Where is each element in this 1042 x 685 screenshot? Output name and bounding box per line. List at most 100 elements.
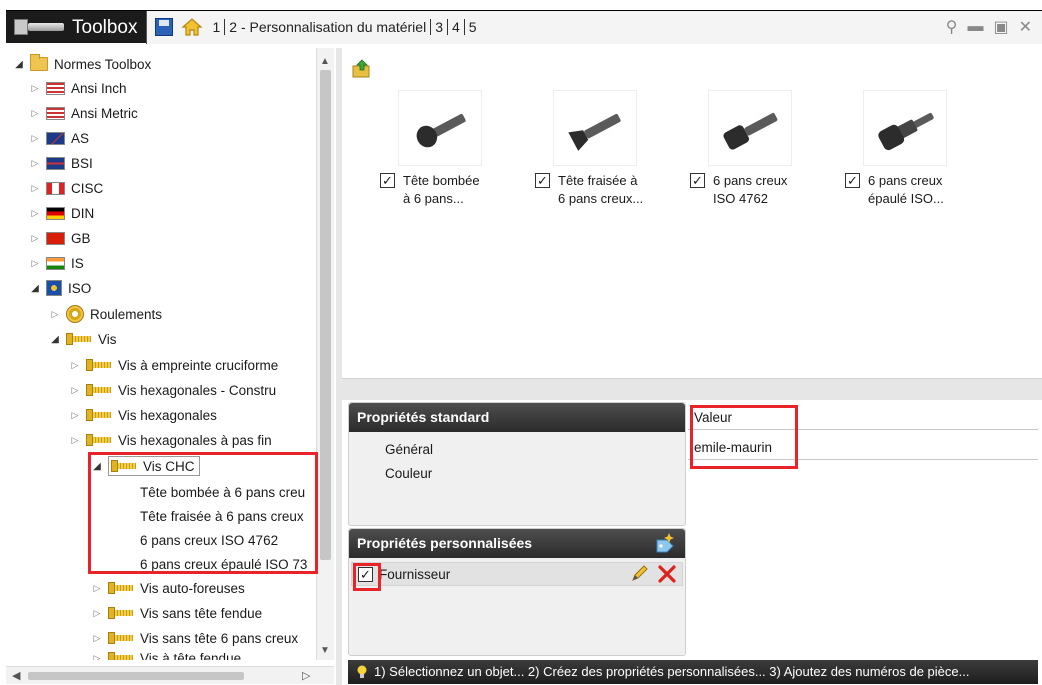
tree-node-standard[interactable]: ▷ Ansi Inch: [30, 76, 127, 100]
restore-icon[interactable]: ▣: [993, 17, 1008, 37]
part-card[interactable]: ✓ Tête fraisée à6 pans creux...: [497, 90, 647, 208]
tree-node-standard[interactable]: ▷ DIN: [30, 201, 95, 225]
tree-node-standard[interactable]: ▷ AS: [30, 126, 89, 150]
folder-up-icon[interactable]: [352, 58, 372, 78]
part-checkbox[interactable]: ✓: [845, 173, 860, 188]
expand-arrow-icon[interactable]: ▷: [30, 258, 40, 269]
step-4-link[interactable]: 4: [448, 19, 465, 35]
delete-icon[interactable]: [658, 565, 676, 583]
edit-pencil-icon[interactable]: [630, 565, 650, 583]
step-5-link[interactable]: 5: [465, 19, 481, 35]
standards-tree[interactable]: ◢ Normes Toolbox ▷ Ansi Inch ▷ Ansi Metr…: [6, 48, 316, 660]
value-column-header: Valeur: [688, 406, 1038, 430]
value-cell[interactable]: emile-maurin: [688, 436, 1038, 460]
tree-node-roulements[interactable]: ▷ Roulements: [50, 302, 162, 326]
expand-arrow-icon[interactable]: ▷: [92, 608, 102, 619]
part-card[interactable]: ✓ Tête bombée à 6 pans...: [342, 90, 492, 208]
tree-node-standard[interactable]: ▷ GB: [30, 226, 91, 250]
expand-arrow-icon[interactable]: ▷: [70, 385, 80, 396]
collapse-arrow-icon[interactable]: ◢: [14, 59, 24, 70]
collapse-arrow-icon[interactable]: ◢: [50, 334, 60, 345]
tree-node-vis-type[interactable]: ▷ Vis sans tête fendue: [92, 601, 263, 625]
step-1-link[interactable]: 1: [209, 19, 226, 35]
property-general[interactable]: Général: [349, 438, 685, 462]
tree-node-root[interactable]: ◢ Normes Toolbox: [14, 52, 151, 76]
tree-node-vis-chc[interactable]: ◢ Vis CHC: [92, 454, 200, 478]
part-checkbox[interactable]: ✓: [535, 173, 550, 188]
tree-leaf-part[interactable]: 6 pans creux ISO 4762: [140, 528, 278, 552]
scroll-left-arrow-icon[interactable]: ◀: [12, 669, 20, 682]
expand-arrow-icon[interactable]: ▷: [30, 158, 40, 169]
tree-node-vis-type[interactable]: ▷ Vis hexagonales - Constru: [70, 378, 277, 402]
scroll-down-arrow-icon[interactable]: ▼: [320, 645, 330, 656]
tree-node-vis-type[interactable]: ▷ Vis à empreinte cruciforme: [70, 353, 279, 377]
expand-arrow-icon[interactable]: ▷: [92, 583, 102, 594]
part-card[interactable]: ✓ 6 pans creux ISO 4762: [652, 90, 802, 208]
step-3-link[interactable]: 3: [431, 19, 448, 35]
tree-node-vis-type[interactable]: ▷ Vis hexagonales à pas fin: [70, 428, 272, 452]
scroll-thumb[interactable]: [28, 672, 244, 680]
expand-arrow-icon[interactable]: ▷: [30, 133, 40, 144]
part-checkbox[interactable]: ✓: [690, 173, 705, 188]
screw-folder-icon: [108, 580, 134, 596]
add-property-icon[interactable]: [653, 532, 677, 554]
title-bar: Toolbox 1 2 - Personnalisation du matéri…: [6, 10, 1042, 44]
tree-node-standard[interactable]: ▷ BSI: [30, 151, 93, 175]
close-icon[interactable]: ✕: [1019, 17, 1032, 37]
custom-property-checkbox[interactable]: ✓: [358, 566, 373, 582]
expand-arrow-icon[interactable]: ▷: [30, 183, 40, 194]
scroll-thumb[interactable]: [320, 70, 331, 560]
tree-node-vis-type[interactable]: ▷ Vis auto-foreuses: [92, 576, 245, 600]
panel-splitter-horizontal[interactable]: [342, 378, 1042, 400]
help-icon[interactable]: ⚲: [946, 17, 958, 37]
save-icon[interactable]: [154, 18, 173, 36]
standard-properties-header: Propriétés standard: [349, 403, 685, 432]
custom-property-row[interactable]: ✓ Fournisseur: [351, 562, 683, 586]
expand-arrow-icon[interactable]: ▷: [70, 435, 80, 446]
uk-flag-icon: [46, 156, 65, 170]
scroll-right-arrow-icon[interactable]: ▷: [302, 669, 310, 682]
screw-thumbnail: [863, 90, 947, 166]
expand-arrow-icon[interactable]: ▷: [92, 653, 102, 661]
expand-arrow-icon[interactable]: ▷: [30, 233, 40, 244]
minimize-icon[interactable]: ▬: [967, 18, 983, 36]
tree-node-standard[interactable]: ▷ CISC: [30, 176, 104, 200]
expand-arrow-icon[interactable]: ▷: [30, 208, 40, 219]
tree-leaf-part[interactable]: Tête fraisée à 6 pans creux: [140, 504, 304, 528]
expand-arrow-icon[interactable]: ▷: [70, 410, 80, 421]
expand-arrow-icon[interactable]: ▷: [30, 83, 40, 94]
custom-properties-header: Propriétés personnalisées: [349, 529, 685, 558]
expand-arrow-icon[interactable]: ▷: [92, 633, 102, 644]
tree-node-vis-type[interactable]: ▷ Vis hexagonales: [70, 403, 217, 427]
expand-arrow-icon[interactable]: ▷: [50, 309, 60, 320]
collapse-arrow-icon[interactable]: ◢: [30, 283, 40, 294]
part-card[interactable]: ✓ 6 pans creux épaulé ISO...: [807, 90, 957, 208]
screw-folder-icon: [86, 382, 112, 398]
step-2-link[interactable]: 2 - Personnalisation du matériel: [225, 19, 432, 35]
tree-node-vis[interactable]: ◢ Vis: [50, 327, 116, 351]
property-color[interactable]: Couleur: [349, 462, 685, 486]
tree-vertical-scrollbar[interactable]: ▲ ▼: [316, 48, 334, 660]
tree-node-standard[interactable]: ▷ Ansi Metric: [30, 101, 138, 125]
folder-icon: [30, 54, 48, 71]
screw-folder-icon: [86, 407, 112, 423]
collapse-arrow-icon[interactable]: ◢: [92, 461, 102, 472]
bearing-icon: [66, 305, 84, 323]
home-icon[interactable]: [180, 16, 203, 38]
tree-node-vis-type[interactable]: ▷ Vis à tête fendue: [92, 646, 241, 660]
custom-property-label: Fournisseur: [379, 566, 451, 582]
expand-arrow-icon[interactable]: ▷: [70, 360, 80, 371]
iso-logo-icon: [46, 280, 62, 296]
part-checkbox[interactable]: ✓: [380, 173, 395, 188]
tree-node-standard[interactable]: ▷ IS: [30, 251, 84, 275]
scroll-up-arrow-icon[interactable]: ▲: [320, 56, 330, 67]
toolbox-logo-icon: [14, 16, 66, 38]
tree-leaf-part[interactable]: 6 pans creux épaulé ISO 73: [140, 552, 307, 576]
screw-folder-icon: [108, 630, 134, 646]
tree-leaf-part[interactable]: Tête bombée à 6 pans creu: [140, 480, 305, 504]
germany-flag-icon: [46, 206, 65, 220]
screw-thumbnail: [553, 90, 637, 166]
expand-arrow-icon[interactable]: ▷: [30, 108, 40, 119]
tree-horizontal-scrollbar[interactable]: ◀ ▷: [6, 666, 334, 684]
tree-node-iso[interactable]: ◢ ISO: [30, 276, 91, 300]
